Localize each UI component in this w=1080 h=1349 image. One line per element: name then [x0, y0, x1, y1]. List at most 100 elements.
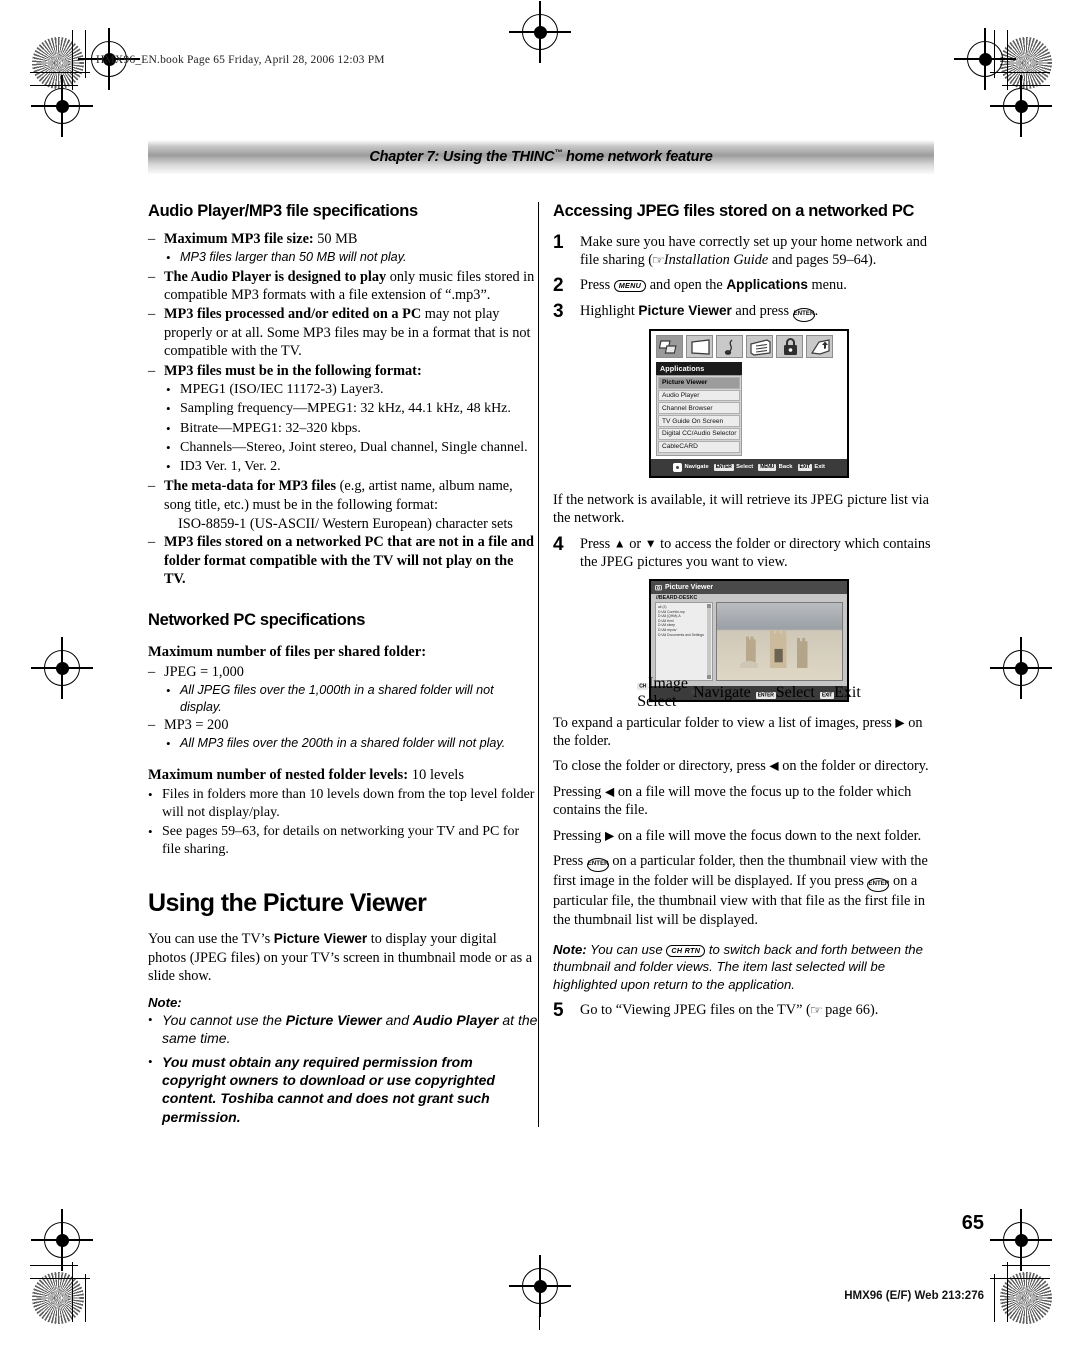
step-1: 1 Make sure you have correctly set up yo… — [553, 232, 927, 269]
down-arrow-icon: ▼ — [644, 536, 657, 551]
registration-mark-2 — [509, 1, 571, 63]
right-arrow-icon: ▶ — [895, 715, 905, 730]
left-arrow-icon: ◀ — [769, 758, 779, 773]
step-4: 4 Press ▲ or ▼ to access the folder or d… — [553, 533, 931, 571]
pv-folder-tree[interactable]: all (2) D:\All Core\thi-mp D:\All (QHM)-… — [655, 602, 713, 682]
page-title: Using the Picture Viewer — [148, 889, 427, 918]
list-item: • All JPEG files over the 1,000th in a sh… — [166, 683, 494, 714]
pv-preview-image — [716, 602, 843, 682]
trademark-symbol: ™ — [554, 147, 563, 157]
list-item: • MPEG1 (ISO/IEC 11172-3) Layer3. — [166, 382, 384, 398]
menu-key-icon: MENU — [758, 463, 777, 471]
focus-down-text: Pressing ▶ on a file will move the focus… — [553, 827, 922, 844]
pv-path: //BEARD-DESKC — [656, 595, 698, 602]
list-item: • Channels—Stereo, Joint stereo, Dual cha… — [166, 439, 528, 455]
dpad-icon — [673, 462, 683, 472]
note-item: • You must obtain any required permissio… — [148, 1053, 495, 1125]
section-title-networked-pc: Networked PC specifications — [148, 610, 366, 629]
list-item: – Maximum MP3 file size: 50 MB — [148, 231, 358, 247]
up-arrow-icon: ▲ — [613, 536, 626, 551]
right-arrow-icon: ▶ — [605, 828, 615, 843]
note-item: • You cannot use the Picture Viewer and … — [148, 1011, 538, 1046]
registration-mark-8 — [31, 1209, 93, 1271]
step-3: 3 Highlight Picture Viewer and press ENT… — [553, 300, 819, 322]
list-item: • Bitrate—MPEG1: 32–320 kbps. — [166, 420, 361, 436]
tv-picture-viewer-screenshot: Picture Viewer //BEARD-DESKC all (2) D:\… — [637, 578, 861, 710]
ch-return-key-icon: CH RTN — [666, 945, 706, 958]
tv-menu-item-cablecard[interactable]: CableCARD — [658, 440, 740, 453]
hint-select: ENTER Select — [713, 463, 754, 471]
section-title-accessing-jpeg: Accessing JPEG files stored on a network… — [553, 202, 915, 220]
list-item: • Sampling frequency—MPEG1: 32 kHz, 44.1 … — [166, 401, 511, 417]
step-2: 2 Press MENU and open the Applications m… — [553, 274, 847, 296]
enter-key-icon: ENTER — [755, 692, 776, 700]
setup-icon[interactable] — [806, 334, 833, 358]
left-arrow-icon: ◀ — [605, 784, 615, 799]
chapter-header-bar: Chapter 7: Using the THINC™ home network… — [148, 140, 934, 174]
hint-navigate: Navigate — [693, 683, 751, 701]
registration-mark-10 — [509, 1255, 571, 1317]
chapter-header-text: Chapter 7: Using the THINC™ home network… — [369, 147, 713, 165]
tv-menu-item-picture-viewer[interactable]: Picture Viewer — [658, 376, 740, 389]
list-item: – MP3 files must be in the following for… — [148, 362, 422, 379]
list-item: – MP3 files processed and/or edited on a… — [148, 306, 531, 360]
enter-key-icon: ENTER — [713, 463, 734, 471]
registration-mark-7 — [990, 637, 1052, 699]
tv-menu-list: Picture Viewer Audio Player Channel Brow… — [656, 374, 742, 456]
list-item: • All MP3 files over the 200th in a share… — [166, 736, 506, 752]
scroll-down-arrow[interactable] — [707, 675, 711, 680]
list-item: ISO-8859-1 (US-ASCII/ Western European) … — [178, 516, 513, 533]
tv-menu-item-audio-player[interactable]: Audio Player — [658, 389, 740, 402]
pointing-hand-icon: ☞ — [809, 1003, 823, 1018]
lock-icon[interactable] — [776, 334, 803, 358]
picture-icon[interactable] — [686, 334, 713, 358]
book-header: HMX96_EN.book Page 65 Friday, April 28, … — [96, 54, 385, 66]
hint-navigate: Navigate — [673, 462, 709, 472]
page-content: Chapter 7: Using the THINC™ home network… — [148, 140, 934, 1127]
list-item: – JPEG = 1,000 — [148, 663, 244, 680]
hint-image-select: CH Image Select — [637, 674, 689, 710]
list-item: • ID3 Ver. 1, Ver. 2. — [166, 458, 281, 474]
right-column: Accessing JPEG files stored on a network… — [553, 202, 934, 1127]
list-item: – MP3 files stored on a networked PC tha… — [148, 534, 534, 588]
list-item: • Files in folders more than 10 levels do… — [148, 786, 535, 820]
footer-text: HMX96 (E/F) Web 213:276 — [844, 1290, 984, 1302]
list-item: • See pages 59–63, for details on network… — [148, 823, 520, 858]
exit-key-icon: EXIT — [819, 692, 835, 700]
registration-mark-9 — [990, 1209, 1052, 1271]
starburst-mark-tl — [32, 37, 84, 89]
tv-menu-title: Applications — [656, 361, 742, 375]
scroll-up-arrow[interactable] — [707, 604, 711, 609]
folder-close-text: To close the folder or directory, press … — [553, 758, 929, 775]
focus-up-text: Pressing ◀ on a file will move the focus… — [553, 783, 912, 819]
enter-key-icon: ENTER — [586, 858, 609, 873]
hint-exit: EXIT Exit — [797, 463, 825, 471]
list-item: – The Audio Player is designed to play o… — [148, 268, 535, 304]
tv-menu-item-channel-browser[interactable]: Channel Browser — [658, 402, 740, 415]
pv-bottom-bar: CH Image Select Navigate ENTER Select EXIT… — [637, 675, 861, 710]
audio-icon[interactable] — [716, 334, 743, 358]
menu-key-icon: MENU — [613, 279, 647, 292]
pv-title: Picture Viewer — [665, 583, 714, 591]
list-item: – The meta-data for MP3 files (e.g, arti… — [148, 478, 513, 513]
preferences-icon[interactable] — [746, 334, 773, 358]
tv-menu-item-digital-cc[interactable]: Digital CC/Audio Selector — [658, 427, 740, 440]
registration-mark-6 — [31, 637, 93, 699]
folder-expand-text: To expand a particular folder to view a … — [553, 714, 923, 749]
subsection-max-files: Maximum number of files per shared folde… — [148, 643, 427, 660]
tv-menu-bottom-bar: Navigate ENTER Select MENU Back EXIT Exit — [651, 458, 847, 476]
starburst-mark-bl — [32, 1272, 84, 1324]
list-item: – MP3 = 200 — [148, 716, 229, 733]
left-column: Audio Player/MP3 file specifications – M… — [148, 202, 538, 1127]
tree-row[interactable]: D:\All Documents and Settings — [658, 633, 710, 638]
pv-scrollbar[interactable] — [707, 604, 711, 680]
enter-behavior-text: Press ENTER on a particular folder, then… — [553, 853, 928, 928]
tv-menu-item-tv-guide[interactable]: TV Guide On Screen — [658, 415, 740, 427]
registration-mark-4 — [31, 75, 93, 137]
section-title-audio-player: Audio Player/MP3 file specifications — [148, 202, 418, 220]
enter-key-icon: ENTER — [792, 307, 815, 322]
step-5: 5 Go to “Viewing JPEG files on the TV” (… — [553, 1000, 879, 1022]
applications-icon[interactable] — [656, 334, 683, 358]
network-available-text: If the network is available, it will ret… — [553, 491, 929, 527]
sandcastle-photo — [739, 630, 815, 674]
